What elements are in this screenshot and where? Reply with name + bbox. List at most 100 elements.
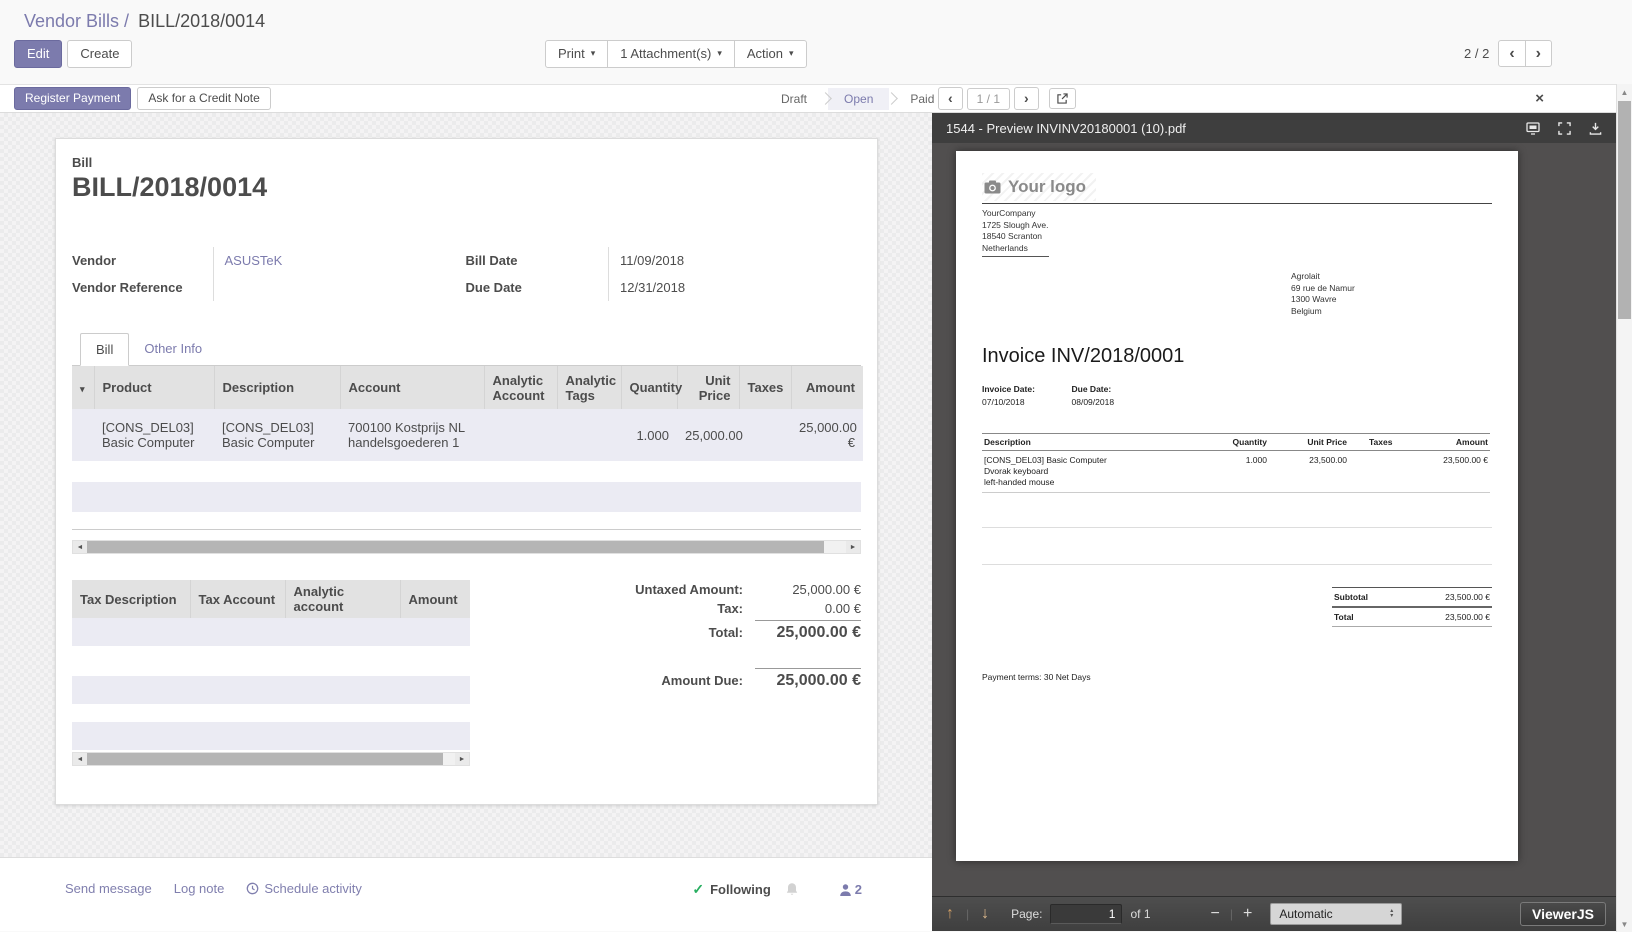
followers-button[interactable]: 2 — [839, 882, 862, 897]
register-payment-button[interactable]: Register Payment — [14, 87, 131, 109]
close-preview-button[interactable]: × — [1535, 90, 1544, 107]
scroll-right-icon[interactable]: ► — [455, 753, 469, 765]
column-header-analytic-account[interactable]: Analytic account — [285, 580, 400, 618]
send-message-button[interactable]: Send message — [65, 881, 152, 896]
total-label: Total: — [709, 625, 743, 640]
tax-lines-table: Tax Description Tax Account Analytic acc… — [72, 580, 470, 618]
column-header-account[interactable]: Account — [340, 366, 484, 409]
due-date-label: Due Date — [466, 274, 609, 301]
tax-horizontal-scrollbar[interactable]: ◄ ► — [72, 752, 470, 766]
pager-previous-button[interactable]: ‹ — [1498, 40, 1525, 67]
vertical-scrollbar[interactable]: ▲ ▼ — [1616, 84, 1632, 932]
column-header-analytic-account[interactable]: Analytic Account — [484, 366, 557, 409]
download-icon[interactable] — [1589, 122, 1602, 135]
cell-product[interactable]: [CONS_DEL03] Basic Computer — [94, 409, 214, 461]
action-dropdown[interactable]: Action ▾ — [734, 40, 807, 68]
invoice-line-row[interactable]: [CONS_DEL03] Basic Computer [CONS_DEL03]… — [72, 409, 863, 461]
log-note-button[interactable]: Log note — [174, 881, 225, 896]
column-header-quantity[interactable]: Quantity — [621, 366, 677, 409]
attachment-previous-button[interactable]: ‹ — [938, 87, 963, 110]
zoom-mode-value: Automatic — [1279, 907, 1332, 921]
pdf-line-quantity: 1.000 — [1199, 451, 1269, 493]
fullscreen-icon[interactable] — [1558, 122, 1571, 135]
edit-button[interactable]: Edit — [14, 40, 62, 68]
cell-quantity[interactable]: 1.000 — [621, 409, 677, 461]
cell-unit-price[interactable]: 25,000.00 — [677, 409, 739, 461]
previous-page-icon[interactable]: ↑ — [942, 905, 958, 923]
customer-name: Agrolait — [1291, 271, 1492, 283]
pdf-canvas-area[interactable]: Your logo YourCompany 1725 Slough Ave. 1… — [932, 143, 1616, 896]
column-header-description[interactable]: Description — [214, 366, 340, 409]
notification-bell-icon[interactable] — [785, 882, 799, 897]
empty-tax-row[interactable] — [72, 722, 470, 750]
pdf-col-description: Description — [982, 434, 1199, 451]
column-header-product[interactable]: Product — [94, 366, 214, 409]
attachment-next-button[interactable]: › — [1014, 87, 1039, 110]
pdf-col-taxes: Taxes — [1349, 434, 1411, 451]
bill-number-title: BILL/2018/0014 — [72, 172, 861, 203]
list-options-toggle[interactable]: ▾ — [72, 366, 94, 409]
scrollbar-thumb[interactable] — [87, 541, 824, 553]
print-dropdown[interactable]: Print ▾ — [545, 40, 608, 68]
tax-label: Tax: — [717, 601, 743, 616]
untaxed-amount-label: Untaxed Amount: — [635, 582, 743, 597]
section-rule — [982, 527, 1492, 528]
empty-tax-row[interactable] — [72, 618, 470, 646]
create-button[interactable]: Create — [67, 40, 132, 68]
scroll-right-icon[interactable]: ► — [846, 541, 860, 553]
page-number-input[interactable] — [1050, 904, 1122, 924]
scroll-down-icon[interactable]: ▼ — [1617, 916, 1632, 932]
toolbar-divider: | — [1230, 907, 1233, 921]
next-page-icon[interactable]: ↓ — [977, 905, 993, 923]
pdf-subtotal-value: 23,500.00 € — [1445, 592, 1490, 602]
cell-account[interactable]: 700100 Kostprijs NL handelsgoederen 1 — [340, 409, 484, 461]
pdf-total-value: 23,500.00 € — [1445, 612, 1490, 622]
cell-analytic-account[interactable] — [484, 409, 557, 461]
breadcrumb-vendor-bills[interactable]: Vendor Bills / — [24, 11, 129, 31]
scroll-left-icon[interactable]: ◄ — [73, 753, 87, 765]
pager-next-button[interactable]: › — [1525, 40, 1552, 67]
page-total: of 1 — [1130, 907, 1150, 921]
scrollbar-thumb[interactable] — [87, 753, 443, 765]
zoom-mode-select[interactable]: Automatic ▴▾ — [1270, 903, 1402, 925]
column-header-tax-account[interactable]: Tax Account — [190, 580, 285, 618]
status-step-open[interactable]: Open — [828, 88, 889, 110]
cell-amount[interactable]: 25,000.00 € — [791, 409, 863, 461]
column-header-tax-amount[interactable]: Amount — [400, 580, 470, 618]
cell-description[interactable]: [CONS_DEL03] Basic Computer — [214, 409, 340, 461]
empty-line-row[interactable] — [72, 482, 861, 512]
pdf-invoice-line: [CONS_DEL03] Basic Computer Dvorak keybo… — [982, 451, 1490, 493]
ask-credit-note-button[interactable]: Ask for a Credit Note — [137, 87, 270, 109]
row-handle — [72, 409, 94, 461]
schedule-activity-button[interactable]: Schedule activity — [246, 881, 362, 896]
open-attachment-external-button[interactable] — [1049, 88, 1076, 109]
column-header-amount[interactable]: Amount — [791, 366, 863, 409]
bill-sheet: Bill BILL/2018/0014 Vendor ASUSTeK — [55, 138, 878, 805]
empty-tax-row[interactable] — [72, 676, 470, 704]
presentation-mode-icon[interactable] — [1526, 122, 1540, 135]
cell-taxes[interactable] — [739, 409, 791, 461]
scroll-left-icon[interactable]: ◄ — [73, 541, 87, 553]
lines-horizontal-scrollbar[interactable]: ◄ ► — [72, 540, 861, 554]
vendor-value-link[interactable]: ASUSTeK — [225, 253, 283, 268]
status-step-draft[interactable]: Draft — [765, 88, 823, 110]
scrollbar-thumb[interactable] — [1618, 101, 1631, 319]
print-label: Print — [558, 46, 585, 62]
column-header-taxes[interactable]: Taxes — [739, 366, 791, 409]
attachments-dropdown[interactable]: 1 Attachment(s) ▾ — [607, 40, 735, 68]
zoom-in-icon[interactable]: + — [1239, 905, 1256, 923]
column-header-analytic-tags[interactable]: Analytic Tags — [557, 366, 621, 409]
schedule-activity-label: Schedule activity — [264, 881, 362, 896]
viewerjs-brand-button[interactable]: ViewerJS — [1520, 902, 1606, 926]
tab-other-info[interactable]: Other Info — [129, 333, 217, 365]
odoo-window: Vendor Bills / BILL/2018/0014 Edit Creat… — [0, 0, 1632, 84]
column-header-unit-price[interactable]: Unit Price — [677, 366, 739, 409]
scroll-up-icon[interactable]: ▲ — [1617, 84, 1632, 100]
following-button[interactable]: ✓ Following — [692, 881, 770, 898]
amount-due-label: Amount Due: — [661, 673, 743, 688]
cell-analytic-tags[interactable] — [557, 409, 621, 461]
zoom-out-icon[interactable]: − — [1207, 905, 1224, 923]
column-header-tax-description[interactable]: Tax Description — [72, 580, 190, 618]
toolbar-divider: | — [966, 907, 969, 921]
tab-bill[interactable]: Bill — [80, 333, 129, 366]
